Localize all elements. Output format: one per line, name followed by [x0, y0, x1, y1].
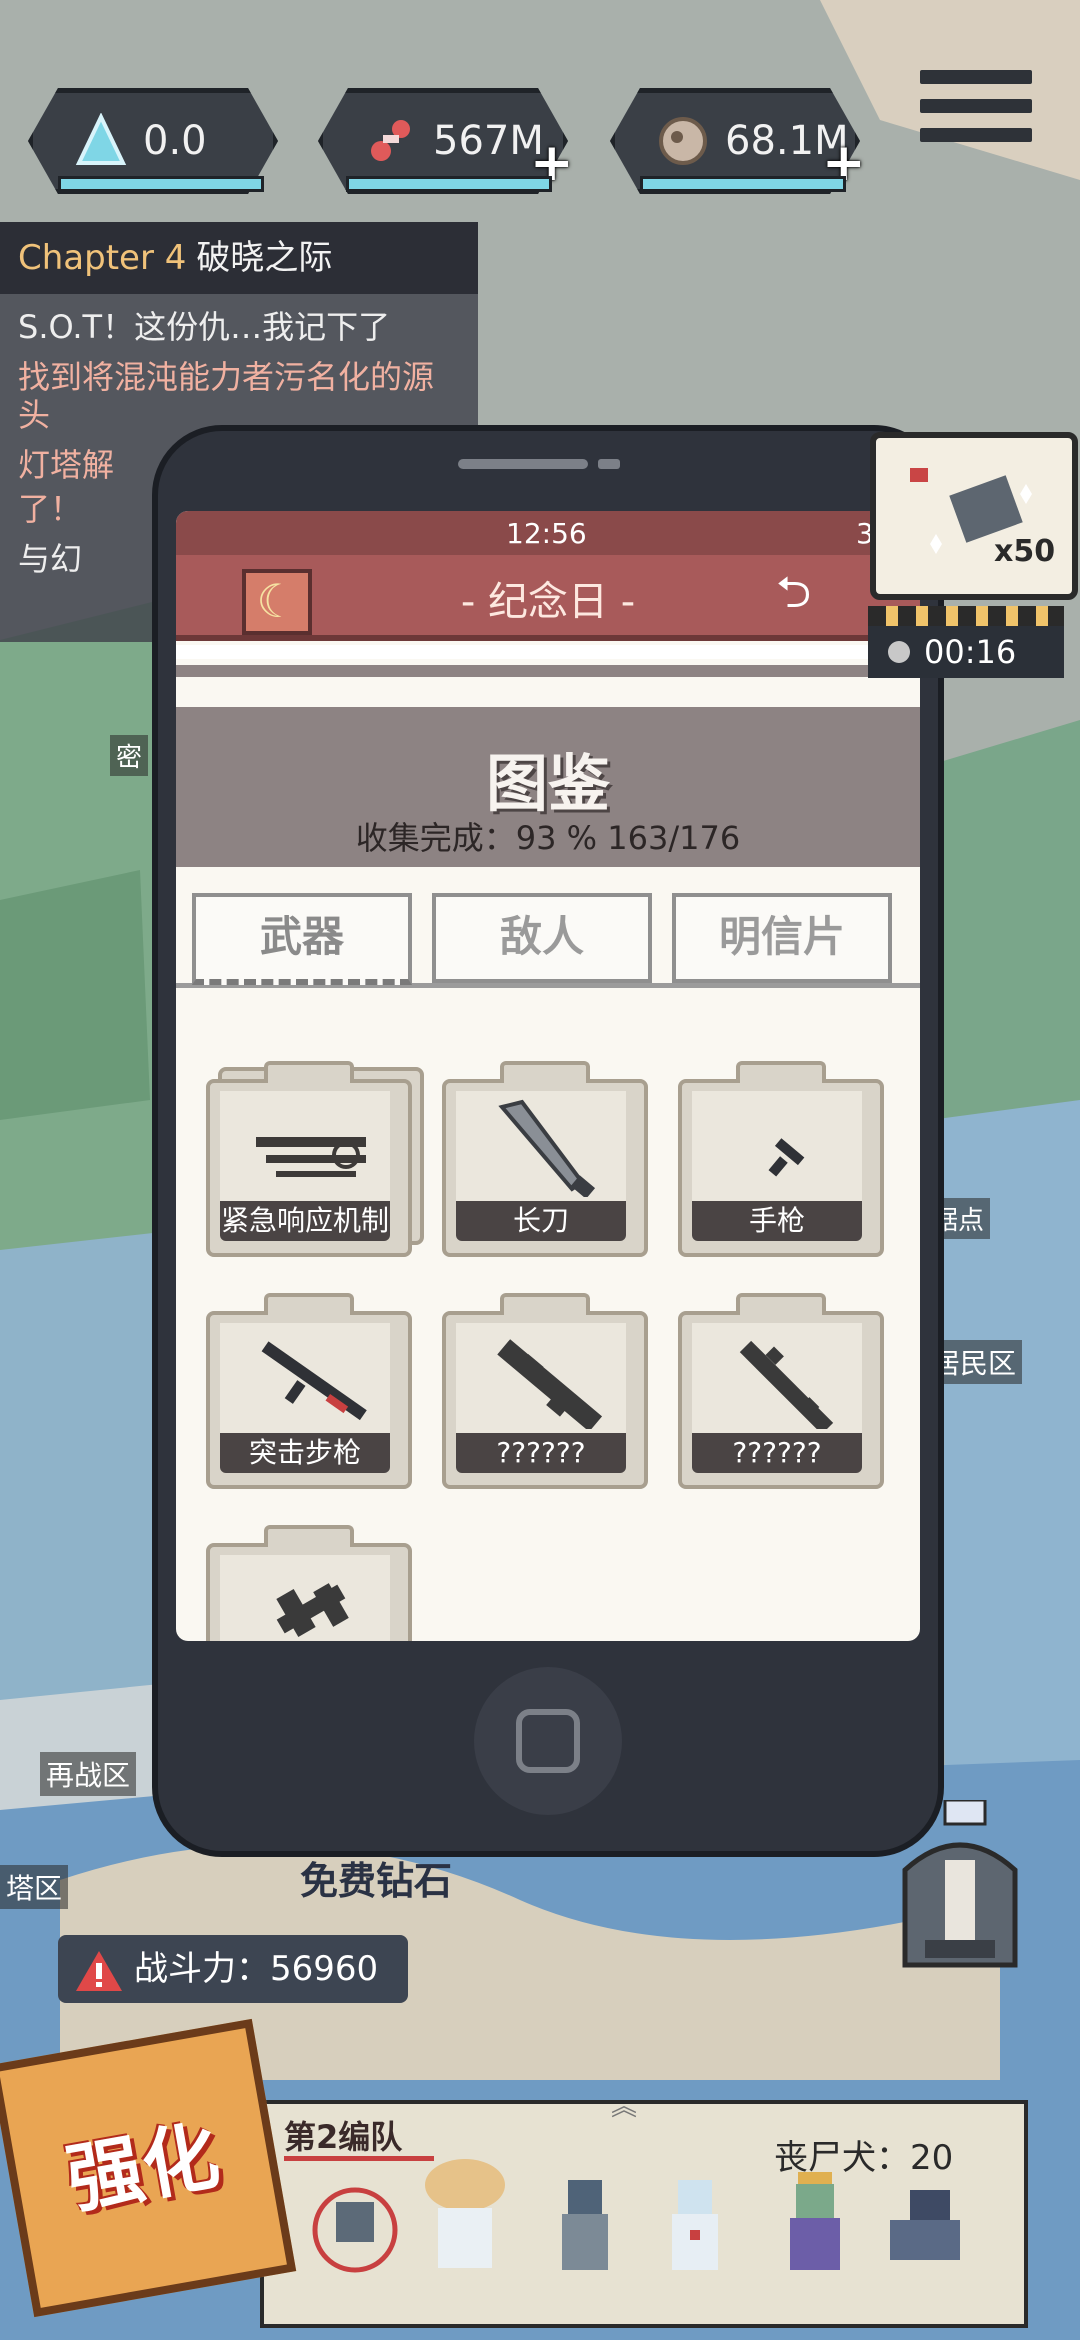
status-time: 12:56: [506, 517, 587, 550]
unknown-gun-icon: [497, 1339, 603, 1429]
resource-underline: [640, 176, 846, 192]
gift-package[interactable]: x50: [870, 432, 1078, 600]
card-tab: [264, 1293, 354, 1315]
weapon-card[interactable]: 长刀: [442, 1061, 648, 1257]
map-label[interactable]: 密: [110, 735, 149, 776]
unit-avatar[interactable]: [310, 2150, 400, 2290]
quest-item[interactable]: S.O.T！这份仇…我记下了: [0, 302, 478, 352]
card-label: ??????: [456, 1433, 626, 1473]
unit-avatar[interactable]: [770, 2150, 860, 2290]
warning-icon: [76, 1950, 122, 1991]
weapon-card[interactable]: 手枪: [678, 1061, 884, 1257]
card-label: 手枪: [692, 1201, 862, 1241]
chapter-label: Chapter 4: [18, 238, 187, 278]
header-stripe: [176, 645, 920, 659]
card-tab: [736, 1061, 826, 1083]
timer-stripe: [868, 606, 1064, 626]
back-arrow-icon[interactable]: ⮌: [776, 571, 856, 621]
weapon-card[interactable]: 突击步枪: [206, 1293, 412, 1489]
header-stripe: [176, 665, 920, 677]
unit-avatar[interactable]: [650, 2150, 740, 2290]
machete-icon: [498, 1099, 596, 1197]
phone-status-bar: 12:56 32: [176, 511, 920, 555]
weapon-card-locked[interactable]: ??????: [678, 1293, 884, 1489]
phone-screen: 12:56 32 ☾ - 纪念日 - ⮌ 图鉴 收集完成：93 % 163/17…: [176, 511, 920, 1641]
expand-chevron-icon[interactable]: ︽: [584, 2086, 664, 2122]
weapon-card-locked[interactable]: ??????: [442, 1293, 648, 1489]
card-label: ??????: [692, 1433, 862, 1473]
card-tab: [500, 1293, 590, 1315]
unit-sprite: [425, 2159, 505, 2268]
weapon-card-locked[interactable]: ????: [206, 1525, 412, 1641]
card-label: 紧急响应机制: [220, 1201, 390, 1241]
tab-enemies[interactable]: 敌人: [432, 893, 652, 983]
unit-sprite: [672, 2180, 718, 2270]
phone-camera: [598, 459, 620, 469]
unit-avatar[interactable]: [540, 2150, 630, 2290]
card-tab: [736, 1293, 826, 1315]
map-label[interactable]: 塔区: [0, 1865, 69, 1909]
phone-home-button[interactable]: [474, 1667, 622, 1815]
collection-progress: 收集完成：93 % 163/176: [355, 819, 741, 857]
pistol-icon: [768, 1138, 805, 1177]
combat-power[interactable]: 战斗力：56960: [58, 1935, 408, 2003]
unit-avatar[interactable]: [420, 2150, 510, 2290]
resource-value: 0.0: [143, 118, 207, 164]
backpack-icon[interactable]: [885, 1800, 1035, 1980]
unknown-gun-icon: [739, 1340, 834, 1429]
free-diamond-label[interactable]: 免费钻石: [300, 1850, 452, 1905]
ore-icon: [655, 113, 711, 169]
clock-icon: [888, 641, 910, 663]
combat-power-value: 战斗力：56960: [134, 1949, 379, 1989]
tab-weapons[interactable]: 武器: [192, 893, 412, 985]
hamburger-menu-icon[interactable]: [920, 70, 1032, 162]
unit-avatar[interactable]: [880, 2150, 970, 2290]
resource-underline: [346, 176, 552, 192]
phone-codex-window: 12:56 32 ☾ - 纪念日 - ⮌ 图鉴 收集完成：93 % 163/17…: [152, 425, 944, 1857]
card-label: 突击步枪: [220, 1433, 390, 1473]
unit-sprite: [562, 2180, 608, 2270]
card-tab: [500, 1061, 590, 1083]
event-timer: 00:16: [868, 626, 1064, 678]
gift-count: x50: [994, 534, 1056, 569]
enhance-button[interactable]: 强化: [0, 2018, 297, 2318]
chapter-header: Chapter 4 破晓之际: [0, 222, 478, 294]
chapter-title: 破晓之际: [196, 238, 333, 278]
codex-tabs: 武器 敌人 明信片: [176, 883, 920, 988]
unit-sprite: [890, 2190, 960, 2260]
card-label: 长刀: [456, 1201, 626, 1241]
resource-value: 567M: [433, 118, 544, 164]
crystal-icon: [73, 113, 129, 169]
weapon-card[interactable]: 紧急响应机制: [206, 1061, 424, 1257]
home-square-icon: [516, 1709, 580, 1773]
phone-header: ☾ - 纪念日 - ⮌: [176, 555, 920, 641]
assault-rifle-icon: [261, 1341, 367, 1421]
codex-title: 图鉴: [485, 747, 610, 820]
rifle-set-icon: [256, 1137, 366, 1177]
timer-value: 00:16: [924, 633, 1017, 671]
codex-banner: 图鉴 收集完成：93 % 163/176: [176, 707, 920, 867]
resource-underline: [58, 176, 264, 192]
card-tab: [264, 1525, 354, 1547]
gene-icon: [363, 113, 419, 169]
unit-sprite: [312, 2187, 398, 2273]
tab-postcards[interactable]: 明信片: [672, 893, 892, 983]
unit-sprite: [790, 2172, 840, 2270]
phone-speaker: [458, 459, 588, 469]
unknown-weapon-icon: [276, 1583, 349, 1638]
map-label[interactable]: 再战区: [40, 1752, 137, 1796]
card-tab: [264, 1061, 354, 1083]
